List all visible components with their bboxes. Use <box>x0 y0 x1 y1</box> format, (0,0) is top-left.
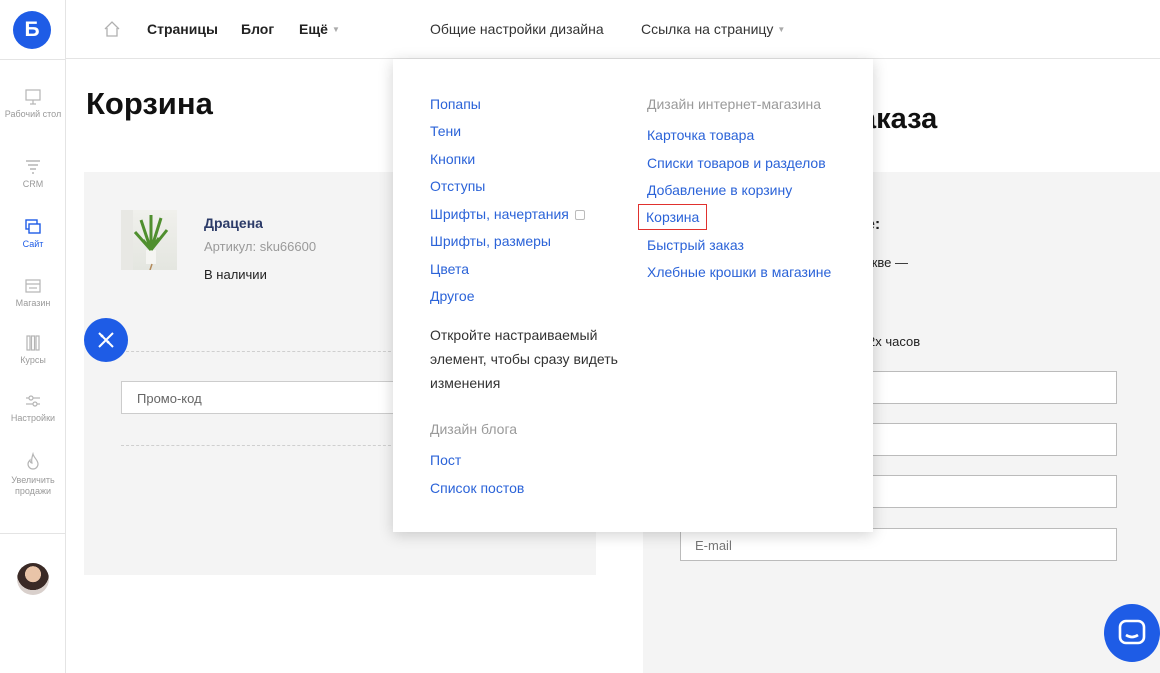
rail-label: Настройки <box>10 413 56 423</box>
menu-item-spacing[interactable]: Отступы <box>430 178 485 194</box>
menu-item-cart[interactable]: Корзина <box>637 204 708 230</box>
nav-page-link[interactable]: Ссылка на страницу ▼ <box>641 21 785 37</box>
delivery-time-fragment: 2х часов <box>868 334 921 349</box>
menu-item-product-lists[interactable]: Списки товаров и разделов <box>647 155 826 171</box>
rail-item-crm[interactable]: CRM <box>0 158 66 190</box>
design-settings-dropdown: Попапы Тени Кнопки Отступы Шрифты, начер… <box>393 59 873 532</box>
top-bar: Страницы Блог Ещё ▼ Общие настройки дизай… <box>66 0 1160 59</box>
external-link-icon <box>574 210 585 220</box>
avatar[interactable] <box>17 563 49 595</box>
menu-item-popups[interactable]: Попапы <box>430 96 481 112</box>
rail-item-store[interactable]: Магазин <box>0 277 66 309</box>
divider <box>121 351 396 352</box>
logo[interactable]: Б <box>13 11 51 49</box>
home-icon[interactable] <box>103 20 121 38</box>
menu-item-other[interactable]: Другое <box>430 288 474 304</box>
rail-divider <box>0 59 66 60</box>
dropdown-hint: Откройте настраиваемый элемент, чтобы ср… <box>430 327 618 391</box>
site-windows-icon <box>25 219 41 234</box>
chevron-down-icon: ▼ <box>777 25 786 34</box>
desktop-icon <box>25 89 41 105</box>
divider <box>121 445 396 446</box>
rail-label: Сайт <box>22 239 44 249</box>
menu-item-colors[interactable]: Цвета <box>430 261 469 277</box>
pencil-ruler-icon <box>98 332 114 348</box>
rail-item-courses[interactable]: Курсы <box>0 334 66 366</box>
menu-item-post[interactable]: Пост <box>430 452 461 468</box>
chat-button[interactable] <box>1104 604 1160 662</box>
rail-label: Увеличить продажи <box>11 475 55 496</box>
menu-item-buttons[interactable]: Кнопки <box>430 151 475 167</box>
menu-item-font-styles-label: Шрифты, начертания <box>430 206 569 222</box>
nav-more[interactable]: Ещё ▼ <box>299 21 340 37</box>
rail-label: Магазин <box>15 298 51 308</box>
menu-item-add-to-cart[interactable]: Добавление в корзину <box>647 182 792 198</box>
product-name[interactable]: Драцена <box>204 215 263 231</box>
chevron-down-icon: ▼ <box>331 25 340 34</box>
rail-item-site[interactable]: Сайт <box>0 218 66 250</box>
product-stock: В наличии <box>204 267 267 282</box>
page-title: Корзина <box>86 86 213 121</box>
rail-item-settings[interactable]: Настройки <box>0 392 66 424</box>
menu-item-shadows[interactable]: Тени <box>430 123 461 139</box>
left-rail: Б Рабочий стол CRM Сайт Магазин Курсы На… <box>0 0 66 673</box>
nav-more-label: Ещё <box>299 21 328 37</box>
shop-design-heading: Дизайн интернет-магазина <box>647 96 822 112</box>
blog-design-heading: Дизайн блога <box>430 421 518 437</box>
chat-icon <box>1118 619 1146 645</box>
promo-code-input[interactable]: Промо-код <box>121 381 396 414</box>
nav-blog[interactable]: Блог <box>241 21 274 37</box>
menu-item-font-styles[interactable]: Шрифты, начертания <box>430 206 585 222</box>
rail-divider <box>0 533 66 534</box>
flame-icon <box>27 452 39 470</box>
product-sku: Артикул: sku66600 <box>204 239 317 254</box>
rail-item-boost-sales[interactable]: Увеличить продажи <box>0 452 66 497</box>
email-field[interactable]: E-mail <box>680 528 1117 561</box>
product-image[interactable] <box>121 210 177 271</box>
menu-item-quick-order[interactable]: Быстрый заказ <box>647 237 744 253</box>
rail-label: Рабочий стол <box>4 109 62 119</box>
menu-item-shop-breadcrumbs[interactable]: Хлебные крошки в магазине <box>647 264 831 280</box>
app: Б Рабочий стол CRM Сайт Магазин Курсы На… <box>0 0 1160 673</box>
rail-item-desktop[interactable]: Рабочий стол <box>0 88 66 120</box>
sliders-icon <box>26 395 40 407</box>
rail-label: Курсы <box>20 355 46 365</box>
nav-page-link-label: Ссылка на страницу <box>641 21 774 37</box>
nav-design-settings[interactable]: Общие настройки дизайна <box>430 21 604 37</box>
plant-image <box>121 210 169 271</box>
menu-item-product-card[interactable]: Карточка товара <box>647 127 754 143</box>
menu-item-post-list[interactable]: Список постов <box>430 480 524 496</box>
store-icon <box>25 279 41 293</box>
rail-label: CRM <box>22 179 44 189</box>
edit-design-button[interactable] <box>84 318 128 362</box>
books-icon <box>26 335 40 351</box>
nav-pages[interactable]: Страницы <box>147 21 218 37</box>
menu-item-font-sizes[interactable]: Шрифты, размеры <box>430 233 551 249</box>
funnel-icon <box>26 160 40 174</box>
